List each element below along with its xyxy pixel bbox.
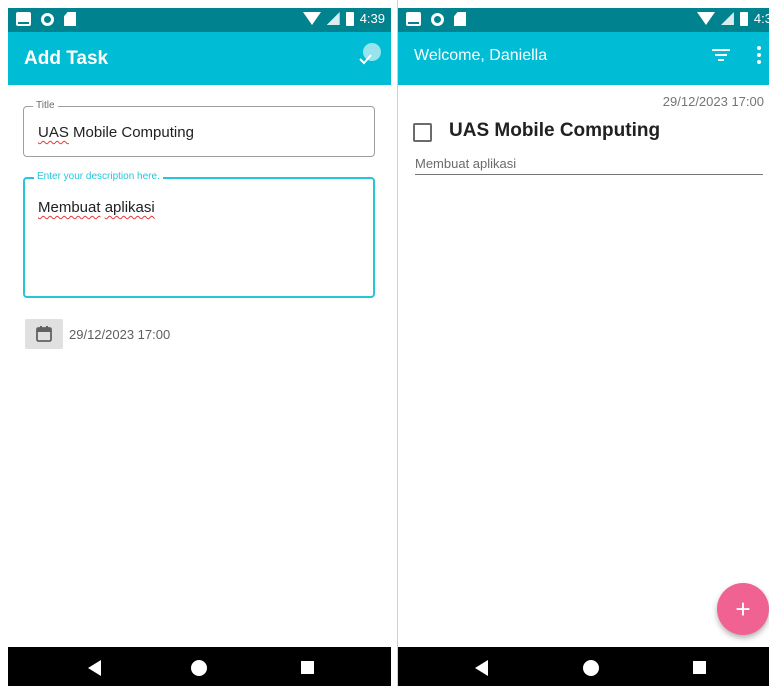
overflow-menu-icon[interactable] <box>756 45 762 65</box>
circle-icon <box>431 12 444 26</box>
recents-icon[interactable] <box>693 661 706 674</box>
sd-card-icon <box>64 12 76 26</box>
signal-icon <box>720 12 734 25</box>
title-field-label: Title <box>33 100 58 112</box>
date-row: 29/12/2023 17:00 <box>25 319 170 349</box>
navigation-bar <box>8 647 391 686</box>
app-bar: Add Task <box>8 32 391 85</box>
page-title: Welcome, Daniella <box>414 47 548 64</box>
task-title: UAS Mobile Computing <box>449 120 661 141</box>
task-due-date: 29/12/2023 17:00 <box>662 94 764 109</box>
calendar-icon <box>36 326 52 342</box>
wifi-icon <box>696 12 715 25</box>
save-check-icon[interactable] <box>358 42 382 66</box>
status-bar: 4:39 <box>8 8 391 32</box>
app-bar: Welcome, Daniella <box>398 32 769 85</box>
back-icon[interactable] <box>88 660 101 676</box>
photo-icon <box>406 12 421 26</box>
add-task-button[interactable]: + <box>717 583 769 635</box>
recents-icon[interactable] <box>301 661 314 674</box>
task-list-screen: 4:3 Welcome, Daniella 29/12/2023 17:00 U… <box>397 0 769 686</box>
description-field-label: Enter your description here. <box>34 171 163 183</box>
due-date-text: 29/12/2023 17:00 <box>69 326 171 342</box>
page-title: Add Task <box>24 48 109 69</box>
description-field-value: Membuat aplikasi <box>38 199 155 216</box>
add-icon: + <box>735 593 751 624</box>
title-field[interactable]: Title UAS Mobile Computing <box>23 100 375 157</box>
sd-card-icon <box>454 12 466 26</box>
add-task-screen: 4:39 Add Task Title UAS Mobile Computing… <box>8 0 391 686</box>
filter-icon[interactable] <box>712 48 730 62</box>
title-field-value: UAS Mobile Computing <box>38 124 194 141</box>
signal-icon <box>326 12 340 25</box>
date-picker-button[interactable] <box>25 319 63 349</box>
wifi-icon <box>302 12 321 25</box>
home-icon[interactable] <box>191 660 207 676</box>
home-icon[interactable] <box>583 660 599 676</box>
description-field[interactable]: Enter your description here. Membuat apl… <box>23 171 375 298</box>
photo-icon <box>16 12 31 26</box>
task-description: Membuat aplikasi <box>415 156 763 175</box>
navigation-bar <box>398 647 769 686</box>
status-time: 4:39 <box>359 11 385 26</box>
status-time: 4:3 <box>753 11 769 26</box>
status-bar: 4:3 <box>398 8 769 32</box>
battery-icon <box>345 11 354 26</box>
circle-icon <box>41 12 54 26</box>
back-icon[interactable] <box>475 660 488 676</box>
battery-icon <box>739 11 748 26</box>
task-checkbox[interactable] <box>413 123 432 142</box>
